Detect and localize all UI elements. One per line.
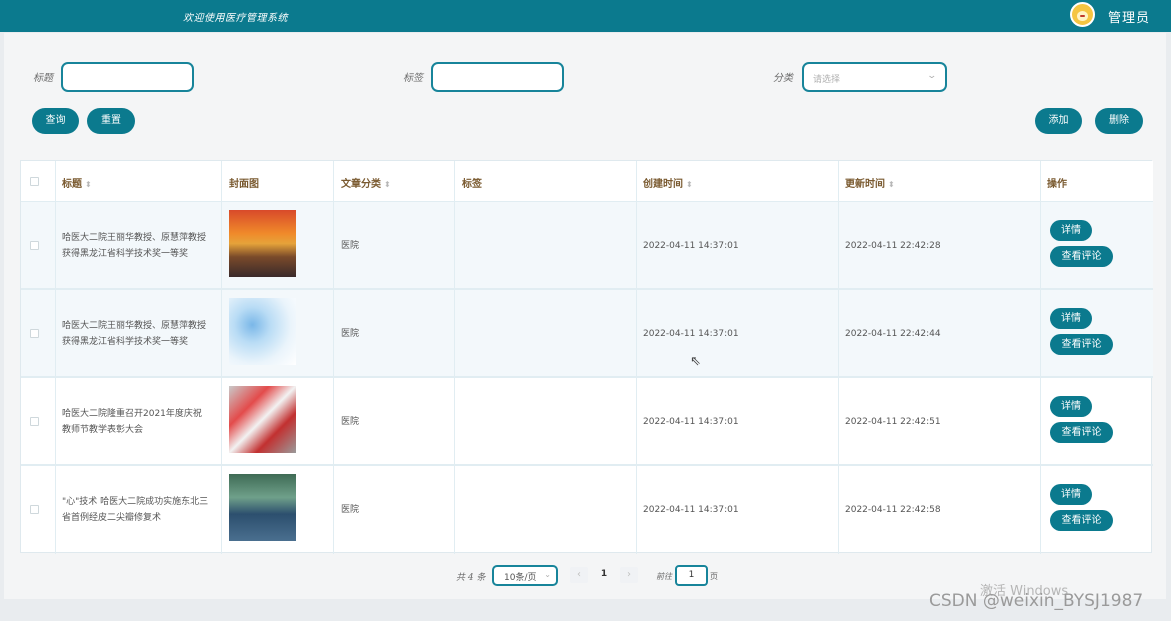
column-divider	[636, 161, 637, 554]
table-row: 哈医大二院王丽华教授、原慧萍教授 获得黑龙江省科学技术奖一等奖 医院 2022-…	[21, 290, 1153, 378]
title-input[interactable]	[61, 62, 194, 92]
page-unit-label: 页	[710, 572, 718, 581]
column-header-tags: 标签	[462, 179, 482, 190]
row-category: 医院	[341, 505, 360, 515]
row-checkbox[interactable]	[30, 241, 39, 250]
row-updated: 2022-04-11 22:42:44	[845, 329, 941, 339]
column-header-created[interactable]: 创建时间 ⬍	[643, 175, 693, 190]
table-row: 哈医大二院隆重召开2021年度庆祝 教师节教学表彰大会 医院 2022-04-1…	[21, 378, 1153, 466]
category-placeholder: 请选择	[813, 75, 841, 85]
row-title[interactable]: 哈医大二院王丽华教授、原慧萍教授 获得黑龙江省科学技术奖一等奖	[62, 318, 206, 350]
detail-button[interactable]: 详情	[1050, 308, 1092, 329]
row-checkbox[interactable]	[30, 505, 39, 514]
column-divider	[838, 161, 839, 554]
column-divider	[221, 161, 222, 554]
row-category: 医院	[341, 329, 360, 339]
cover-image	[229, 386, 296, 453]
add-button[interactable]: 添加	[1035, 108, 1082, 134]
column-divider	[1040, 161, 1041, 554]
column-divider	[55, 161, 56, 554]
view-comments-button[interactable]: 查看评论	[1050, 422, 1113, 443]
user-label[interactable]: 管理员	[1108, 7, 1150, 26]
row-category: 医院	[341, 241, 360, 251]
goto-label: 前往	[656, 572, 672, 581]
page-number[interactable]: 1	[597, 566, 611, 582]
column-header-category[interactable]: 文章分类 ⬍	[341, 175, 391, 190]
row-category: 医院	[341, 417, 360, 427]
column-divider	[333, 161, 334, 554]
query-button[interactable]: 查询	[32, 108, 79, 134]
top-bar: 欢迎使用医疗管理系统 管理员	[0, 0, 1171, 32]
table-row: 哈医大二院王丽华教授、原慧萍教授 获得黑龙江省科学技术奖一等奖 医院 2022-…	[21, 202, 1153, 290]
column-header-updated[interactable]: 更新时间 ⬍	[845, 175, 895, 190]
cover-image	[229, 474, 296, 541]
row-checkbox[interactable]	[30, 329, 39, 338]
row-title[interactable]: 哈医大二院王丽华教授、原慧萍教授 获得黑龙江省科学技术奖一等奖	[62, 230, 206, 262]
delete-button[interactable]: 删除	[1095, 108, 1143, 134]
chevron-down-icon: ⌄	[926, 71, 938, 81]
article-table: 标题 ⬍ 封面图 文章分类 ⬍ 标签 创建时间 ⬍ 更新时间 ⬍ 操作 哈医大二院王丽华…	[20, 160, 1153, 554]
table-row: "心"技术 哈医大二院成功实施东北三 省首例经皮二尖瓣修复术 医院 2022-0…	[21, 466, 1153, 554]
tag-input[interactable]	[431, 62, 564, 92]
row-created: 2022-04-11 14:37:01	[643, 417, 739, 427]
row-created: 2022-04-11 14:37:01	[643, 241, 739, 251]
prev-page-icon[interactable]: ‹	[570, 567, 588, 583]
mouse-cursor-icon: ⇖	[690, 354, 701, 369]
column-header-actions: 操作	[1047, 179, 1067, 190]
category-label: 分类	[773, 73, 793, 84]
table-header: 标题 ⬍ 封面图 文章分类 ⬍ 标签 创建时间 ⬍ 更新时间 ⬍ 操作	[21, 161, 1153, 202]
page-size-select[interactable]: 10条/页 ⌄	[492, 565, 558, 586]
cover-image	[229, 298, 296, 365]
category-select[interactable]: 请选择 ⌄	[802, 62, 947, 92]
column-header-cover: 封面图	[229, 179, 259, 190]
detail-button[interactable]: 详情	[1050, 396, 1092, 417]
page-size-value: 10条/页	[504, 573, 537, 583]
column-divider	[454, 161, 455, 554]
tag-label: 标签	[403, 73, 423, 84]
row-checkbox[interactable]	[30, 417, 39, 426]
cover-image	[229, 210, 296, 277]
title-label: 标题	[33, 73, 53, 84]
avatar[interactable]	[1070, 2, 1095, 27]
pagination-total: 共 4 条	[456, 573, 486, 583]
goto-page-input[interactable]: 1	[675, 565, 708, 586]
row-title[interactable]: "心"技术 哈医大二院成功实施东北三 省首例经皮二尖瓣修复术	[62, 494, 208, 526]
detail-button[interactable]: 详情	[1050, 484, 1092, 505]
reset-button[interactable]: 重置	[87, 108, 135, 134]
csdn-watermark: CSDN @weixin_BYSJ1987	[929, 591, 1144, 611]
detail-button[interactable]: 详情	[1050, 220, 1092, 241]
app-title: 欢迎使用医疗管理系统	[183, 13, 288, 24]
row-created: 2022-04-11 14:37:01	[643, 505, 739, 515]
column-header-title[interactable]: 标题 ⬍	[62, 175, 92, 190]
next-page-icon[interactable]: ›	[620, 567, 638, 583]
chevron-down-icon: ⌄	[544, 570, 551, 579]
view-comments-button[interactable]: 查看评论	[1050, 334, 1113, 355]
row-created: 2022-04-11 14:37:01	[643, 329, 739, 339]
row-title[interactable]: 哈医大二院隆重召开2021年度庆祝 教师节教学表彰大会	[62, 406, 202, 438]
view-comments-button[interactable]: 查看评论	[1050, 246, 1113, 267]
row-updated: 2022-04-11 22:42:58	[845, 505, 941, 515]
row-updated: 2022-04-11 22:42:28	[845, 241, 941, 251]
select-all-checkbox[interactable]	[30, 177, 39, 186]
view-comments-button[interactable]: 查看评论	[1050, 510, 1113, 531]
row-updated: 2022-04-11 22:42:51	[845, 417, 941, 427]
